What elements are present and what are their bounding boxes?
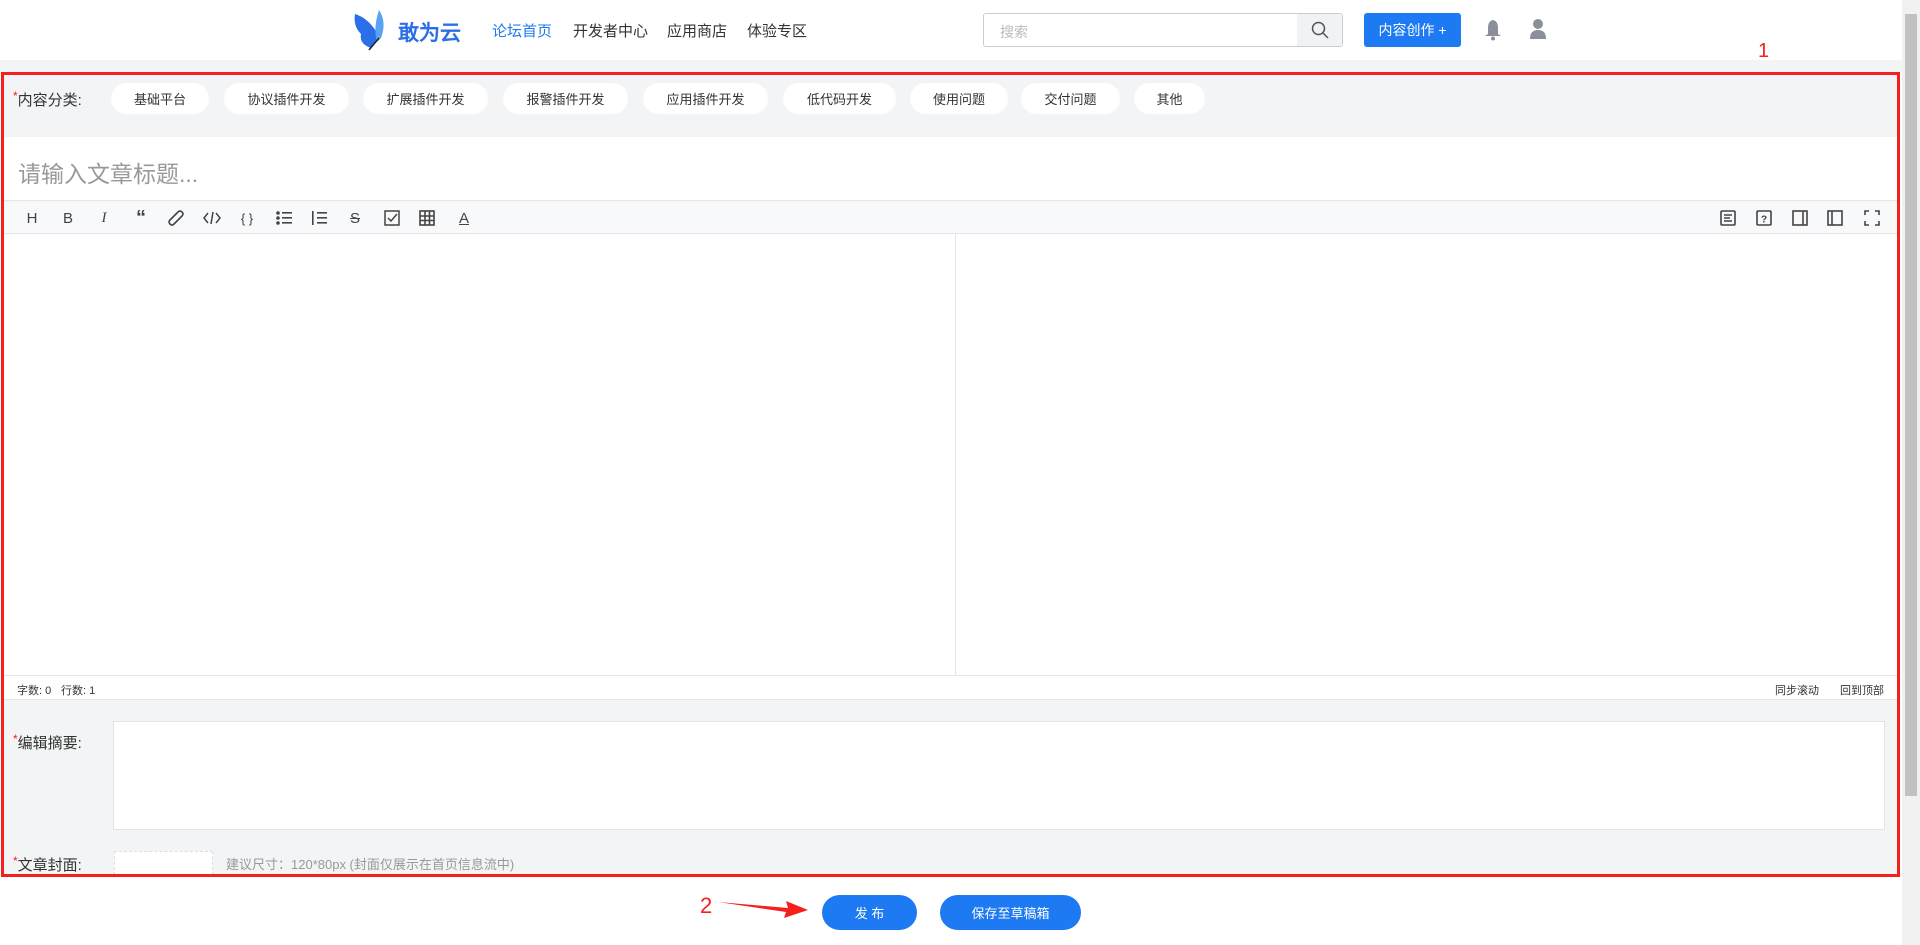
link-icon[interactable] [165, 207, 187, 229]
search-placeholder: 搜索 [1000, 24, 1028, 40]
cover-label: *文章封面: [13, 854, 82, 874]
checkbox-icon[interactable] [381, 207, 403, 229]
nav-experience-zone[interactable]: 体验专区 [747, 20, 807, 41]
code-icon[interactable] [201, 207, 223, 229]
annotation-1: 1 [1758, 40, 1770, 62]
editor-form: *内容分类: 基础平台 协议插件开发 扩展插件开发 报警插件开发 应用插件开发 … [1, 72, 1900, 877]
table-icon[interactable] [416, 207, 438, 229]
save-draft-button[interactable]: 保存至草稿箱 [940, 895, 1081, 930]
category-other[interactable]: 其他 [1134, 83, 1205, 114]
category-delivery-issues[interactable]: 交付问题 [1021, 83, 1120, 114]
code-block-icon[interactable]: { } [236, 207, 258, 229]
edit-only-icon[interactable] [1824, 207, 1846, 229]
strikethrough-icon[interactable]: S [344, 207, 366, 229]
unordered-list-icon[interactable] [273, 207, 295, 229]
nav-forum-home[interactable]: 论坛首页 [492, 20, 552, 41]
title-placeholder: 请输入文章标题... [18, 161, 199, 187]
markdown-editor[interactable] [4, 234, 955, 675]
back-to-top-link[interactable]: 回到顶部 [1840, 682, 1884, 698]
toc-icon[interactable] [1717, 207, 1739, 229]
summary-textarea[interactable] [113, 721, 1885, 830]
category-label-text: 内容分类: [17, 92, 82, 109]
ordered-list-icon[interactable] [308, 207, 330, 229]
category-alarm-plugin[interactable]: 报警插件开发 [503, 83, 628, 114]
category-basic-platform[interactable]: 基础平台 [111, 83, 209, 114]
butterfly-logo-icon [354, 10, 384, 51]
nav-app-store[interactable]: 应用商店 [667, 20, 727, 41]
font-color-icon[interactable]: A [453, 207, 475, 229]
char-count: 字数: 0 [17, 685, 52, 697]
sync-scroll-toggle[interactable]: 同步滚动 [1775, 682, 1819, 698]
editor-toolbar: H B I “ { } S A ? [4, 202, 1897, 234]
line-count: 行数: 1 [61, 685, 96, 697]
category-app-plugin[interactable]: 应用插件开发 [643, 83, 768, 114]
header-band [0, 60, 1902, 72]
cover-hint: 建议尺寸：120*80px (封面仅展示在首页信息流中) [226, 857, 515, 872]
annotation-arrow-icon [718, 901, 808, 918]
title-input[interactable]: 请输入文章标题... [4, 137, 1897, 201]
cover-label-text: 文章封面: [17, 857, 82, 874]
fullscreen-icon[interactable] [1861, 207, 1883, 229]
scrollbar-thumb[interactable] [1905, 14, 1917, 796]
summary-label: *编辑摘要: [13, 732, 82, 753]
search-icon [1311, 21, 1329, 39]
italic-icon[interactable]: I [93, 207, 115, 229]
top-header: 敢为云 论坛首页 开发者中心 应用商店 体验专区 搜索 内容创作 + [0, 0, 1902, 60]
create-content-button[interactable]: 内容创作 + [1364, 13, 1461, 47]
publish-button[interactable]: 发 布 [822, 895, 917, 930]
search-button[interactable] [1297, 14, 1342, 46]
logo[interactable]: 敢为云 [351, 8, 466, 52]
nav-developer-center[interactable]: 开发者中心 [573, 20, 648, 41]
editor-status-bar: 字数: 0 行数: 1 同步滚动 回到顶部 [4, 675, 1897, 700]
category-protocol-plugin[interactable]: 协议插件开发 [224, 83, 349, 114]
bold-icon[interactable]: B [57, 207, 79, 229]
annotation-2: 2 [700, 893, 713, 918]
logo-text: 敢为云 [398, 22, 461, 45]
heading-icon[interactable]: H [21, 207, 43, 229]
category-extension-plugin[interactable]: 扩展插件开发 [363, 83, 488, 114]
category-low-code[interactable]: 低代码开发 [783, 83, 896, 114]
category-usage-issues[interactable]: 使用问题 [910, 83, 1008, 114]
user-icon[interactable] [1529, 18, 1547, 40]
preview-only-icon[interactable] [1789, 207, 1811, 229]
search-input[interactable]: 搜索 [983, 13, 1343, 47]
help-icon[interactable]: ? [1753, 207, 1775, 229]
cover-upload[interactable] [114, 851, 213, 874]
quote-icon[interactable]: “ [130, 207, 152, 229]
summary-label-text: 编辑摘要: [17, 735, 82, 752]
category-label: *内容分类: [13, 89, 82, 110]
editor-panes [4, 234, 1897, 675]
preview-pane [956, 234, 1897, 675]
bell-icon[interactable] [1484, 19, 1502, 41]
svg-text:?: ? [1761, 215, 1767, 226]
